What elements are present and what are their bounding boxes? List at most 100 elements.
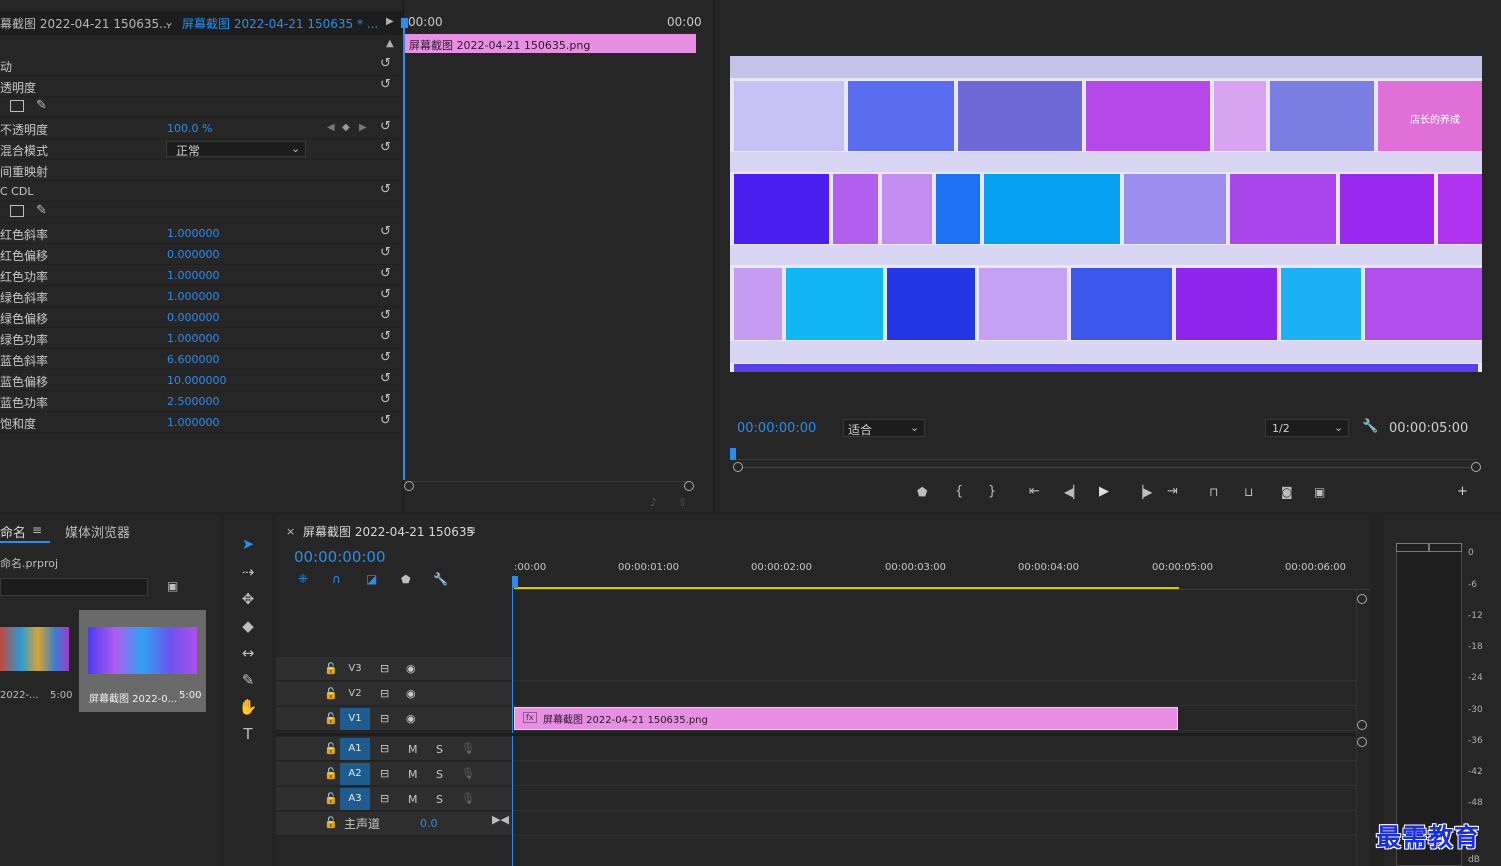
play-arrow-icon[interactable]: ▶ — [386, 16, 394, 27]
solo-button[interactable]: S — [436, 793, 443, 806]
compare-icon[interactable]: ▣ — [1314, 485, 1325, 499]
ec-clip-bar[interactable]: 屏幕截图 2022-04-21 150635.png — [405, 34, 696, 53]
peak-indicator-right[interactable] — [1429, 543, 1462, 552]
sync-lock-icon[interactable]: ⊟ — [380, 687, 389, 700]
type-tool-icon[interactable]: T — [236, 725, 260, 747]
keyframe-icon[interactable]: ◆ — [342, 122, 350, 133]
project-tab[interactable]: 命名 — [0, 522, 26, 541]
eye-icon[interactable]: ◉ — [406, 662, 416, 675]
pen-tool-icon[interactable]: ✎ — [236, 671, 260, 693]
eye-icon[interactable]: ◉ — [406, 712, 416, 725]
track-lane-v3[interactable] — [513, 657, 1356, 681]
track-name-a3[interactable]: A3 — [340, 788, 370, 810]
lift-icon[interactable]: ⊓ — [1209, 485, 1218, 499]
property-value[interactable]: 0.000000 — [167, 311, 220, 324]
property-value[interactable]: 10.000000 — [167, 374, 227, 387]
project-search-input[interactable] — [0, 578, 148, 596]
mark-out-icon[interactable]: } — [988, 484, 996, 499]
sync-lock-icon[interactable]: ⊟ — [380, 712, 389, 725]
source-clip-tab[interactable]: 幕截图 2022-04-21 150635... — [0, 15, 171, 32]
scroll-handle-right[interactable] — [684, 481, 694, 491]
property-value[interactable]: 1.000000 — [167, 290, 220, 303]
eye-icon[interactable]: ◉ — [406, 687, 416, 700]
active-clip-tab[interactable]: 屏幕截图 2022-04-21 150635 * ... — [182, 15, 378, 32]
track-lane-v2[interactable] — [513, 682, 1356, 706]
rectangle-mask-icon[interactable] — [10, 100, 24, 112]
blend-mode-select[interactable]: 正常 ⌄ — [166, 141, 306, 158]
track-name-v1[interactable]: V1 — [340, 708, 370, 730]
lock-icon[interactable]: 🔓 — [324, 767, 338, 780]
lock-icon[interactable]: 🔓 — [324, 742, 338, 755]
lock-icon[interactable]: 🔓 — [324, 662, 338, 675]
track-name-a2[interactable]: A2 — [340, 763, 370, 785]
mute-button[interactable]: M — [408, 768, 418, 781]
go-to-in-icon[interactable]: ⇤ — [1029, 484, 1040, 499]
track-name-v3[interactable]: V3 — [340, 658, 370, 680]
reset-icon[interactable]: ↺ — [380, 56, 391, 71]
export-icon[interactable]: ⇧ — [678, 496, 687, 509]
mute-button[interactable]: M — [408, 793, 418, 806]
reset-icon[interactable]: ↺ — [380, 371, 391, 386]
media-browser-tab[interactable]: 媒体浏览器 — [65, 522, 130, 541]
audio-scrub-icon[interactable]: ♪ — [650, 496, 657, 509]
sync-lock-icon[interactable]: ⊟ — [380, 792, 389, 805]
property-value[interactable]: 2.500000 — [167, 395, 220, 408]
property-value[interactable]: 100.0 % — [167, 122, 212, 135]
track-select-icon[interactable]: ⇢ — [236, 563, 260, 585]
wrench-icon[interactable]: 🔧 — [433, 572, 448, 586]
reset-icon[interactable]: ↺ — [380, 413, 391, 428]
scroll-handle-left[interactable] — [404, 481, 414, 491]
scroll-handle-left[interactable] — [733, 462, 743, 472]
wrench-icon[interactable]: 🔧 — [1362, 419, 1378, 434]
timeline-timecode[interactable]: 00:00:00:00 — [294, 548, 386, 566]
go-to-out-icon[interactable]: ⇥ — [1167, 484, 1178, 499]
track-header-master[interactable] — [276, 812, 512, 836]
track-name-a1[interactable]: A1 — [340, 738, 370, 760]
reset-icon[interactable]: ↺ — [380, 308, 391, 323]
property-value[interactable]: 1.000000 — [167, 227, 220, 240]
close-icon[interactable]: × — [286, 525, 295, 538]
reset-icon[interactable]: ↺ — [380, 392, 391, 407]
linked-selection-icon[interactable]: ◪ — [366, 572, 377, 586]
reset-icon[interactable]: ↺ — [380, 224, 391, 239]
ec-playhead[interactable] — [403, 18, 405, 480]
pen-icon[interactable]: ✎ — [36, 203, 47, 218]
prev-keyframe-icon[interactable]: ◀ — [327, 122, 335, 133]
property-value[interactable]: 6.600000 — [167, 353, 220, 366]
reset-icon[interactable]: ↺ — [380, 119, 391, 134]
go-to-end-icon[interactable]: ▶◀ — [492, 813, 509, 826]
track-lane-a2[interactable] — [513, 762, 1356, 786]
fit-select[interactable]: 适合 ⌄ — [843, 419, 925, 437]
property-value[interactable]: 1.000000 — [167, 416, 220, 429]
chevron-down-icon[interactable]: ⌄ — [164, 15, 174, 29]
lock-icon[interactable]: 🔓 — [324, 816, 338, 829]
scroll-handle-right[interactable] — [1471, 462, 1481, 472]
pen-icon[interactable]: ✎ — [36, 98, 47, 113]
sync-lock-icon[interactable]: ⊟ — [380, 662, 389, 675]
microphone-icon[interactable]: 🎙 — [461, 742, 475, 755]
track-header-v1[interactable] — [276, 707, 512, 731]
timeline-playhead-handle[interactable] — [512, 576, 518, 588]
peak-indicator-left[interactable] — [1396, 543, 1429, 552]
lock-icon[interactable]: 🔓 — [324, 687, 338, 700]
sync-lock-icon[interactable]: ⊟ — [380, 742, 389, 755]
program-scrollbar[interactable] — [743, 467, 1471, 468]
property-value[interactable]: 1.000000 — [167, 269, 220, 282]
nest-icon[interactable]: ⁜ — [298, 572, 308, 586]
razor-icon[interactable]: ◆ — [236, 617, 260, 639]
slip-tool-icon[interactable]: ↔ — [236, 644, 260, 666]
ec-playhead-handle[interactable] — [401, 18, 408, 28]
selection-tool-icon[interactable]: ➤ — [236, 535, 260, 557]
ripple-edit-icon[interactable]: ✥ — [236, 590, 260, 612]
reset-icon[interactable]: ↺ — [380, 245, 391, 260]
track-lane-a3[interactable] — [513, 787, 1356, 811]
camera-icon[interactable]: ◙ — [1281, 485, 1293, 499]
extract-icon[interactable]: ⊔ — [1244, 485, 1253, 499]
mark-in-icon[interactable]: { — [955, 484, 963, 499]
work-area-bar[interactable] — [514, 587, 1179, 589]
solo-button[interactable]: S — [436, 768, 443, 781]
lock-icon[interactable]: 🔓 — [324, 792, 338, 805]
av-divider[interactable] — [276, 733, 1356, 736]
property-value[interactable]: 0.000000 — [167, 248, 220, 261]
sequence-tab[interactable]: 屏幕截图 2022-04-21 150635 — [303, 523, 474, 540]
